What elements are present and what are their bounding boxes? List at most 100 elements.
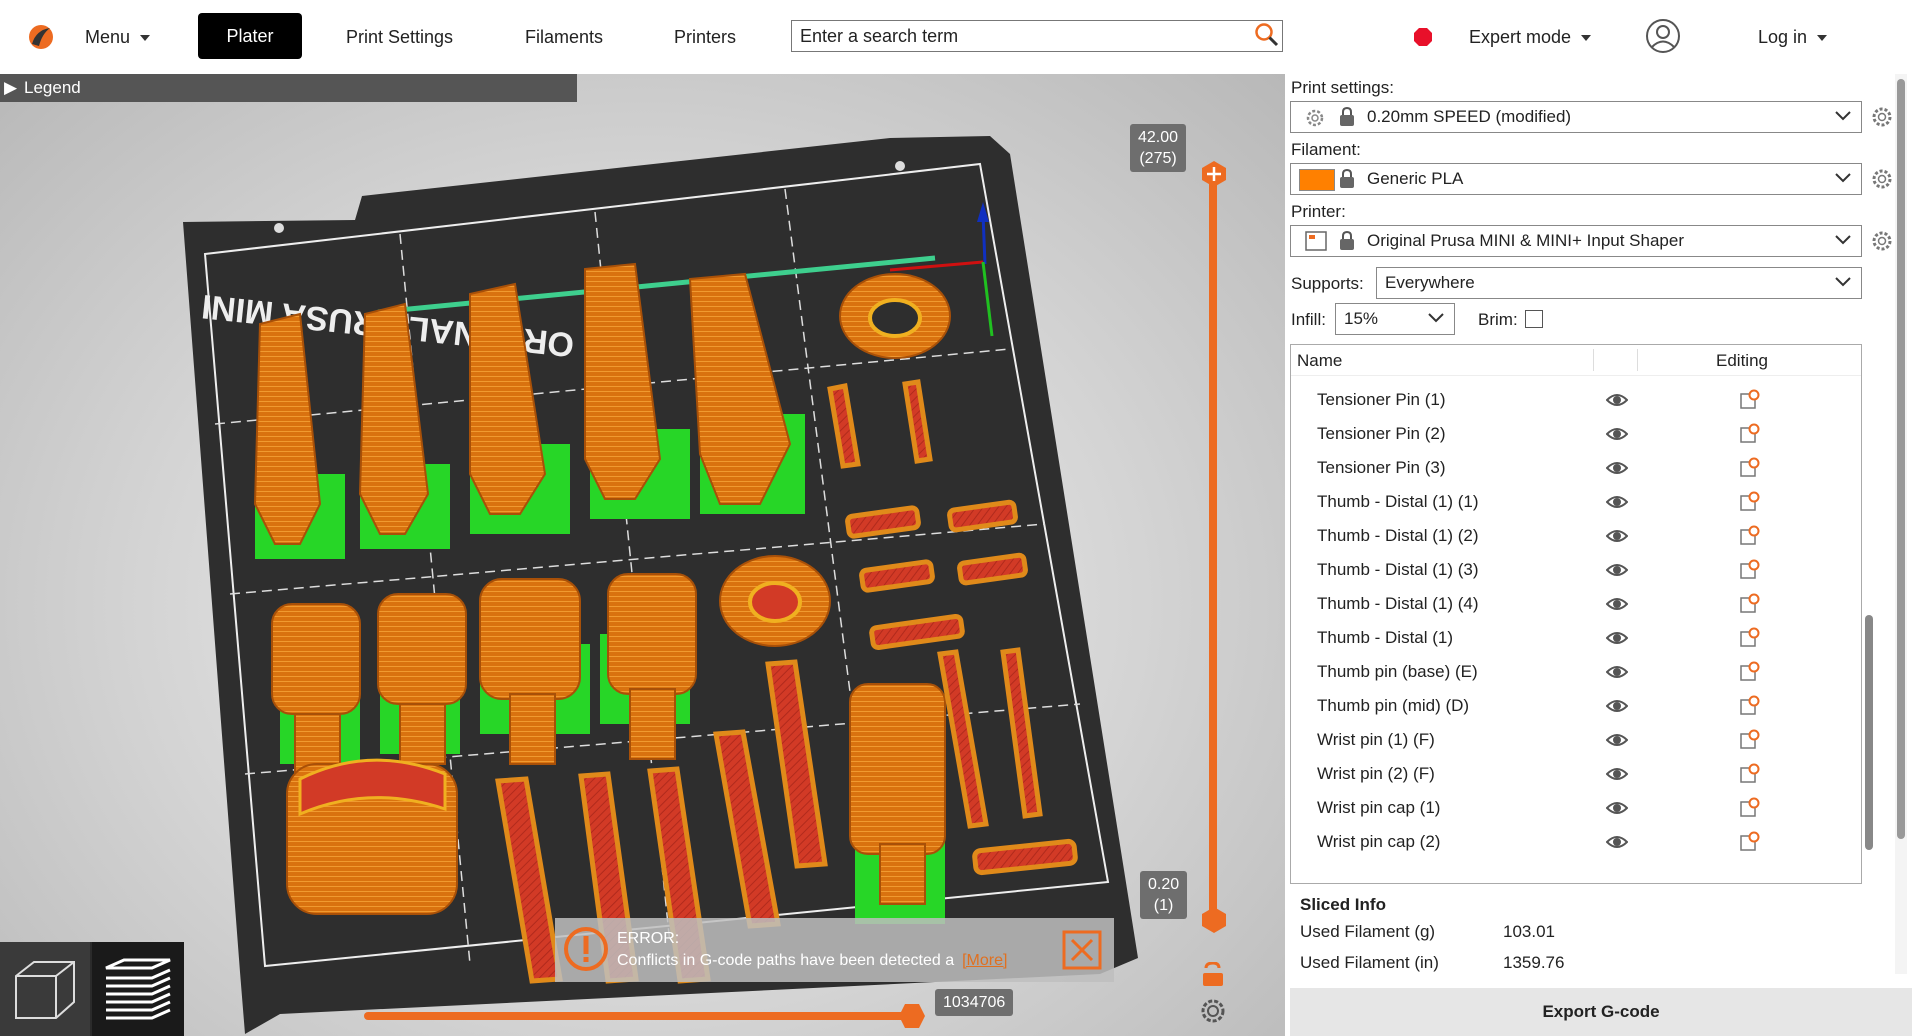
close-icon[interactable]	[1062, 930, 1102, 970]
visibility-eye-icon[interactable]	[1605, 834, 1629, 855]
settings-cog-icon[interactable]	[1200, 998, 1226, 1024]
layer-bottom-label: 0.20 (1)	[1140, 871, 1188, 919]
column-header-editing[interactable]: Editing	[1716, 351, 1768, 371]
edit-object-icon[interactable]	[1740, 797, 1760, 822]
object-list-row[interactable]: Thumb - Distal (1) (3)	[1291, 553, 1861, 587]
object-list-row[interactable]: Wrist pin (1) (F)	[1291, 723, 1861, 757]
brim-checkbox[interactable]	[1525, 310, 1543, 328]
tab-print-settings[interactable]: Print Settings	[346, 0, 453, 74]
object-list-row[interactable]: Wrist pin cap (1)	[1291, 791, 1861, 825]
move-slider-thumb-icon[interactable]	[898, 1003, 926, 1029]
edit-object-icon[interactable]	[1740, 831, 1760, 856]
object-list-row[interactable]: Wrist pin (2) (F)	[1291, 757, 1861, 791]
object-list-scrollbar-track[interactable]	[1865, 347, 1875, 877]
visibility-eye-icon[interactable]	[1605, 630, 1629, 651]
object-list-row[interactable]: Thumb pin (mid) (D)	[1291, 689, 1861, 723]
visibility-eye-icon[interactable]	[1605, 664, 1629, 685]
error-more-link[interactable]: [More]	[962, 952, 1007, 969]
prusaslicer-logo-icon[interactable]	[26, 22, 56, 52]
tab-plater[interactable]: Plater	[198, 13, 302, 59]
chevron-down-icon	[1817, 35, 1828, 42]
infill-select[interactable]: 15%	[1335, 303, 1455, 335]
object-list-row[interactable]: Thumb pin (base) (E)	[1291, 655, 1861, 689]
filament-value: Generic PLA	[1367, 169, 1464, 188]
visibility-eye-icon[interactable]	[1605, 528, 1629, 549]
layer-slider-track[interactable]	[1209, 174, 1217, 922]
edit-object-icon[interactable]	[1740, 525, 1760, 550]
print-settings-gear-icon[interactable]	[1871, 106, 1893, 128]
visibility-eye-icon[interactable]	[1605, 766, 1629, 787]
edit-object-icon[interactable]	[1740, 627, 1760, 652]
chevron-down-icon	[140, 35, 151, 42]
object-list-row[interactable]: Tensioner Pin (3)	[1291, 451, 1861, 485]
layer-slider-top-thumb-icon[interactable]	[1201, 160, 1227, 188]
filament-combo[interactable]: Generic PLA	[1290, 163, 1862, 195]
visibility-eye-icon[interactable]	[1605, 392, 1629, 413]
visibility-eye-icon[interactable]	[1605, 426, 1629, 447]
edit-object-icon[interactable]	[1740, 491, 1760, 516]
supports-label: Supports:	[1291, 274, 1364, 293]
object-list-row[interactable]: Thumb - Distal (1)	[1291, 621, 1861, 655]
edit-object-icon[interactable]	[1740, 389, 1760, 414]
3d-viewport[interactable]: ORIGINAL PRUSA MINI	[0, 74, 1285, 1036]
column-header-name[interactable]: Name	[1297, 351, 1342, 371]
search-icon[interactable]	[1254, 22, 1280, 48]
user-avatar-icon[interactable]	[1645, 18, 1681, 54]
column-divider	[1637, 349, 1638, 371]
object-list-row[interactable]: Wrist pin cap (2)	[1291, 825, 1861, 859]
edit-object-icon[interactable]	[1740, 661, 1760, 686]
object-list-row[interactable]: Tensioner Pin (1)	[1291, 383, 1861, 417]
object-list-row[interactable]: Thumb - Distal (1) (2)	[1291, 519, 1861, 553]
edit-object-icon[interactable]	[1740, 729, 1760, 754]
export-gcode-button[interactable]: Export G-code	[1290, 988, 1912, 1036]
chevron-down-icon	[1581, 35, 1592, 42]
legend-toggle[interactable]: ▶ Legend	[0, 74, 577, 102]
object-list-row[interactable]: Thumb - Distal (1) (1)	[1291, 485, 1861, 519]
print-bed-scene[interactable]: ORIGINAL PRUSA MINI	[0, 74, 1285, 1036]
login-dropdown[interactable]: Log in	[1758, 0, 1828, 74]
menu-button[interactable]: Menu	[85, 0, 151, 74]
edit-object-icon[interactable]	[1740, 457, 1760, 482]
print-settings-combo[interactable]: 0.20mm SPEED (modified)	[1290, 101, 1862, 133]
edit-object-icon[interactable]	[1740, 559, 1760, 584]
visibility-eye-icon[interactable]	[1605, 562, 1629, 583]
move-slider-track[interactable]	[364, 1012, 912, 1020]
tab-printers[interactable]: Printers	[674, 0, 736, 74]
bed-hole	[274, 223, 284, 233]
visibility-eye-icon[interactable]	[1605, 596, 1629, 617]
supports-select[interactable]: Everywhere	[1376, 267, 1862, 299]
preview-layers-button[interactable]	[92, 942, 184, 1036]
visibility-eye-icon[interactable]	[1605, 800, 1629, 821]
visibility-eye-icon[interactable]	[1605, 698, 1629, 719]
layer-slider-bottom-thumb-icon[interactable]	[1201, 906, 1227, 934]
search-input[interactable]	[791, 20, 1283, 52]
layer-bottom-height: 0.20	[1148, 876, 1180, 893]
printer-icon	[1305, 231, 1327, 251]
object-name: Thumb - Distal (1) (3)	[1317, 560, 1479, 579]
sidebar-scrollbar-thumb[interactable]	[1897, 79, 1905, 839]
chevron-down-icon	[1835, 277, 1851, 287]
cube-icon	[15, 961, 75, 1019]
unlock-icon[interactable]	[1200, 962, 1226, 988]
object-list-header: Name Editing	[1291, 345, 1861, 376]
error-exclamation-icon	[564, 927, 608, 971]
mode-dropdown[interactable]: Expert mode	[1469, 0, 1592, 74]
edit-object-icon[interactable]	[1740, 763, 1760, 788]
tab-filaments[interactable]: Filaments	[525, 0, 603, 74]
filament-gear-icon[interactable]	[1871, 168, 1893, 190]
3d-view-button[interactable]	[0, 942, 90, 1036]
sidebar-scrollbar-track[interactable]	[1895, 74, 1907, 974]
printer-combo[interactable]: Original Prusa MINI & MINI+ Input Shaper	[1290, 225, 1862, 257]
visibility-eye-icon[interactable]	[1605, 732, 1629, 753]
edit-object-icon[interactable]	[1740, 695, 1760, 720]
object-list-scrollbar-thumb[interactable]	[1865, 615, 1873, 850]
print-settings-value: 0.20mm SPEED (modified)	[1367, 107, 1572, 126]
visibility-eye-icon[interactable]	[1605, 494, 1629, 515]
printer-gear-icon[interactable]	[1871, 230, 1893, 252]
layer-top-height: 42.00	[1138, 129, 1179, 146]
object-list-row[interactable]: Tensioner Pin (2)	[1291, 417, 1861, 451]
visibility-eye-icon[interactable]	[1605, 460, 1629, 481]
edit-object-icon[interactable]	[1740, 593, 1760, 618]
edit-object-icon[interactable]	[1740, 423, 1760, 448]
object-list-row[interactable]: Thumb - Distal (1) (4)	[1291, 587, 1861, 621]
